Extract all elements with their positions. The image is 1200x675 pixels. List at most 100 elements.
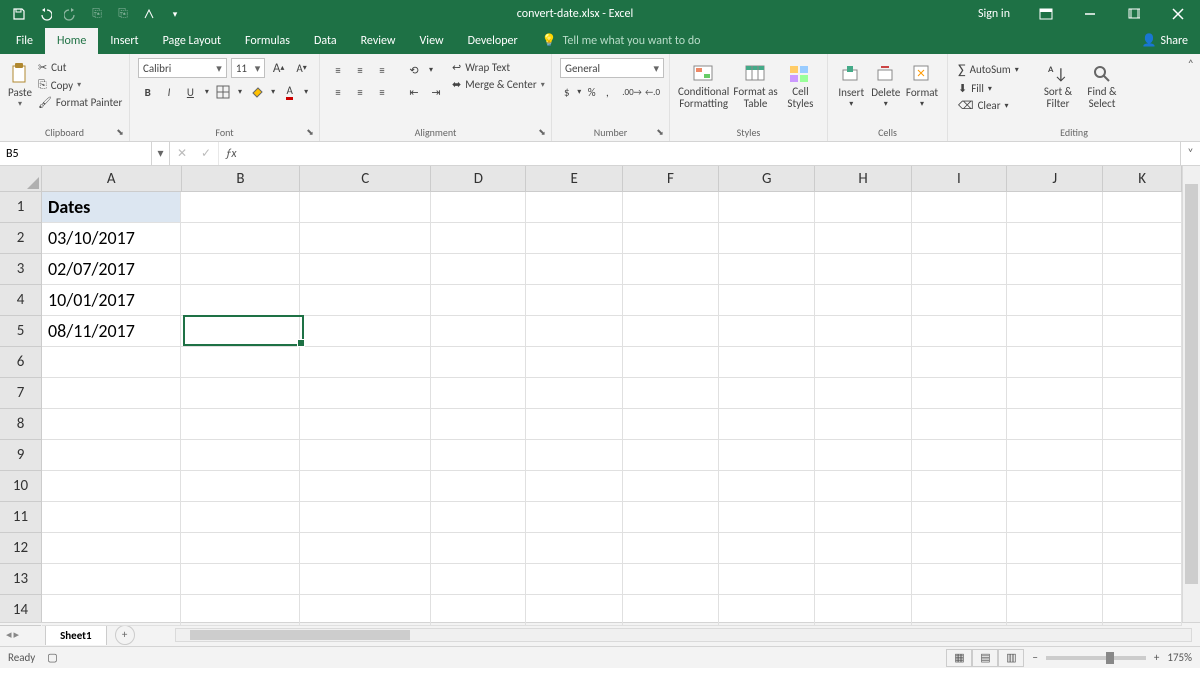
alignment-launcher-icon[interactable]: ⬊ — [535, 125, 549, 139]
cell[interactable] — [431, 564, 526, 595]
cell[interactable] — [526, 223, 622, 254]
delete-cells-button[interactable]: Delete▾ — [871, 58, 902, 124]
cell[interactable] — [719, 378, 815, 409]
cell[interactable] — [1103, 347, 1182, 378]
format-painter-button[interactable]: 🖌Format Painter — [36, 95, 124, 110]
cell[interactable] — [431, 502, 526, 533]
page-layout-view-icon[interactable]: ▤ — [972, 649, 998, 667]
accounting-dropdown[interactable]: ▾ — [576, 82, 583, 102]
cell[interactable] — [623, 502, 719, 533]
zoom-slider[interactable] — [1046, 656, 1146, 660]
cell[interactable] — [431, 347, 526, 378]
cell[interactable] — [1103, 533, 1182, 564]
cell[interactable] — [42, 595, 181, 626]
cell[interactable] — [1007, 316, 1103, 347]
cell[interactable] — [300, 533, 431, 564]
cell[interactable] — [719, 316, 815, 347]
sheet-nav-next-icon[interactable]: ▸ — [14, 628, 20, 641]
cell[interactable]: Dates — [42, 192, 181, 223]
orientation-icon[interactable]: ⟲ — [404, 60, 424, 80]
cell[interactable] — [42, 347, 181, 378]
horizontal-scrollbar[interactable] — [175, 628, 1192, 642]
cell[interactable] — [912, 502, 1007, 533]
cell[interactable] — [300, 409, 431, 440]
insert-cells-button[interactable]: Insert▾ — [836, 58, 867, 124]
cell[interactable] — [1103, 223, 1182, 254]
cell[interactable] — [181, 595, 300, 626]
cell[interactable] — [719, 564, 815, 595]
cell[interactable] — [912, 471, 1007, 502]
paste-button[interactable]: Paste ▾ — [8, 58, 32, 124]
redo-icon[interactable] — [60, 3, 82, 25]
cell[interactable] — [912, 409, 1007, 440]
cell[interactable] — [815, 347, 911, 378]
cell[interactable] — [1103, 564, 1182, 595]
cell[interactable] — [431, 254, 526, 285]
cell[interactable] — [181, 223, 300, 254]
cell[interactable] — [1103, 471, 1182, 502]
cell[interactable] — [912, 595, 1007, 626]
underline-button[interactable]: U — [181, 82, 200, 102]
comma-format-icon[interactable]: , — [600, 82, 614, 102]
cell[interactable] — [300, 316, 431, 347]
cell[interactable] — [719, 254, 815, 285]
cell[interactable]: 03/10/2017 — [42, 223, 181, 254]
cell[interactable] — [912, 192, 1007, 223]
formula-input[interactable] — [243, 142, 1180, 165]
vertical-scrollbar[interactable] — [1182, 166, 1200, 622]
align-top-icon[interactable]: ≡ — [328, 60, 348, 80]
increase-indent-icon[interactable]: ⇥ — [426, 82, 446, 102]
cell[interactable] — [1103, 502, 1182, 533]
cell[interactable] — [300, 378, 431, 409]
cell[interactable] — [300, 471, 431, 502]
italic-button[interactable]: I — [159, 82, 178, 102]
cell[interactable] — [623, 316, 719, 347]
cell[interactable] — [181, 378, 300, 409]
cell[interactable] — [300, 192, 431, 223]
row-header[interactable]: 4 — [0, 285, 41, 316]
page-break-view-icon[interactable]: ▥ — [998, 649, 1024, 667]
cell[interactable] — [300, 564, 431, 595]
cell[interactable] — [719, 285, 815, 316]
cell[interactable] — [719, 533, 815, 564]
cell[interactable] — [526, 192, 622, 223]
maximize-icon[interactable] — [1112, 0, 1156, 28]
zoom-out-button[interactable]: − — [1032, 651, 1037, 664]
row-header[interactable]: 5 — [0, 316, 41, 347]
find-select-button[interactable]: Find & Select — [1082, 58, 1122, 124]
tab-data[interactable]: Data — [302, 28, 349, 54]
font-size-combo[interactable]: 11▾ — [231, 58, 265, 78]
column-header[interactable]: G — [719, 166, 815, 191]
cell[interactable] — [431, 471, 526, 502]
cell[interactable] — [181, 192, 300, 223]
bold-button[interactable]: B — [138, 82, 157, 102]
tab-developer[interactable]: Developer — [456, 28, 530, 54]
cancel-formula-icon[interactable]: ✕ — [170, 146, 194, 161]
cell[interactable] — [623, 223, 719, 254]
cell[interactable] — [181, 285, 300, 316]
cell[interactable] — [526, 254, 622, 285]
cell[interactable] — [181, 254, 300, 285]
cell-styles-button[interactable]: Cell Styles — [782, 58, 819, 124]
font-color-button[interactable]: A — [280, 82, 299, 102]
cell[interactable] — [815, 254, 911, 285]
conditional-formatting-button[interactable]: Conditional Formatting — [678, 58, 729, 124]
decrease-font-icon[interactable]: A▾ — [292, 58, 311, 78]
row-header[interactable]: 9 — [0, 440, 41, 471]
number-format-combo[interactable]: General▾ — [560, 58, 664, 78]
cell[interactable] — [300, 223, 431, 254]
cell[interactable] — [912, 533, 1007, 564]
font-launcher-icon[interactable]: ⬊ — [303, 125, 317, 139]
scroll-thumb[interactable] — [190, 630, 410, 640]
cell[interactable] — [1007, 378, 1103, 409]
cell[interactable] — [1007, 440, 1103, 471]
undo-icon[interactable] — [34, 3, 56, 25]
cell[interactable] — [1007, 564, 1103, 595]
cell[interactable] — [526, 595, 622, 626]
cell[interactable] — [526, 564, 622, 595]
cell[interactable] — [623, 595, 719, 626]
cell[interactable] — [431, 192, 526, 223]
touch-mode-icon[interactable] — [138, 3, 160, 25]
column-header[interactable]: H — [815, 166, 911, 191]
cell[interactable] — [526, 440, 622, 471]
